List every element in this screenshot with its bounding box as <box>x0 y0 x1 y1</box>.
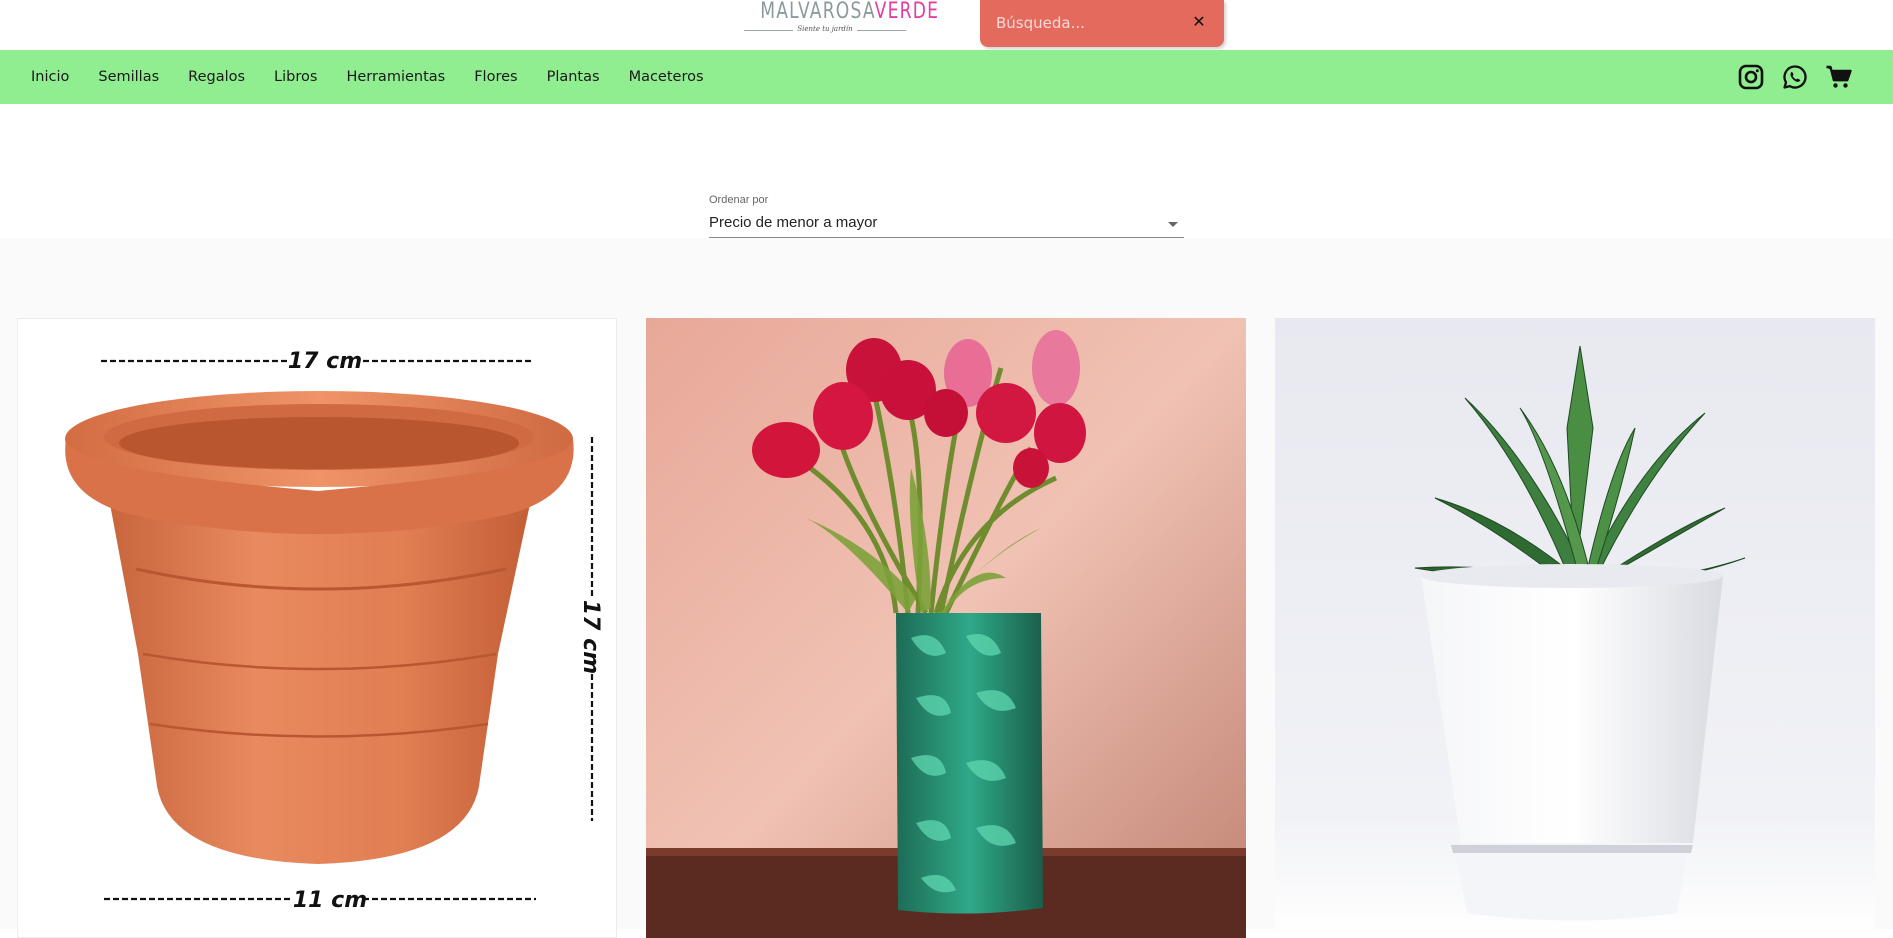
dimension-side-label: 17 cm <box>578 600 603 674</box>
search-box: ✕ <box>980 0 1224 47</box>
nav-item-maceteros[interactable]: Maceteros <box>629 69 704 85</box>
search-input[interactable] <box>994 8 1174 38</box>
sort-select[interactable]: Precio de menor a mayor <box>709 212 1184 238</box>
aloe-white-pot-image <box>1275 318 1875 938</box>
nav-item-regalos[interactable]: Regalos <box>188 69 245 85</box>
product-card[interactable] <box>1275 318 1875 938</box>
logo-wordmark: MALVAROSAVERDE <box>760 0 940 24</box>
nav-item-inicio[interactable]: Inicio <box>31 69 69 85</box>
site-logo[interactable]: MALVAROSAVERDE Siente tu jardín <box>742 0 940 40</box>
sort-area: Ordenar por Precio de menor a mayor <box>0 104 1893 238</box>
product-card[interactable] <box>646 318 1246 938</box>
chevron-down-icon <box>1168 222 1178 227</box>
dimension-bottom-label: 11 cm <box>293 888 367 913</box>
nav-item-libros[interactable]: Libros <box>274 69 317 85</box>
product-grid: 17 cm 17 cm 11 cm <box>0 238 1893 938</box>
whatsapp-icon[interactable] <box>1781 63 1809 91</box>
main-nav: Inicio Semillas Regalos Libros Herramien… <box>0 50 1893 104</box>
nav-item-plantas[interactable]: Plantas <box>547 69 600 85</box>
nav-icons <box>1721 63 1853 91</box>
product-card[interactable]: 17 cm 17 cm 11 cm <box>17 318 617 938</box>
close-icon[interactable]: ✕ <box>1190 12 1208 32</box>
sort-label: Ordenar por <box>709 194 769 206</box>
nav-links: Inicio Semillas Regalos Libros Herramien… <box>31 50 733 104</box>
terracotta-pot-image: 17 cm 17 cm 11 cm <box>65 349 603 913</box>
sort-selected-value: Precio de menor a mayor <box>709 214 878 231</box>
site-header: MALVAROSAVERDE Siente tu jardín ✕ <box>0 0 1893 50</box>
nav-item-semillas[interactable]: Semillas <box>98 69 159 85</box>
tulips-vase-image <box>646 318 1246 938</box>
logo-tagline: Siente tu jardín <box>742 25 908 33</box>
dimension-top-label: 17 cm <box>288 349 362 374</box>
cart-icon[interactable] <box>1825 63 1853 91</box>
instagram-icon[interactable] <box>1737 63 1765 91</box>
nav-item-herramientas[interactable]: Herramientas <box>346 69 445 85</box>
nav-item-flores[interactable]: Flores <box>474 69 517 85</box>
